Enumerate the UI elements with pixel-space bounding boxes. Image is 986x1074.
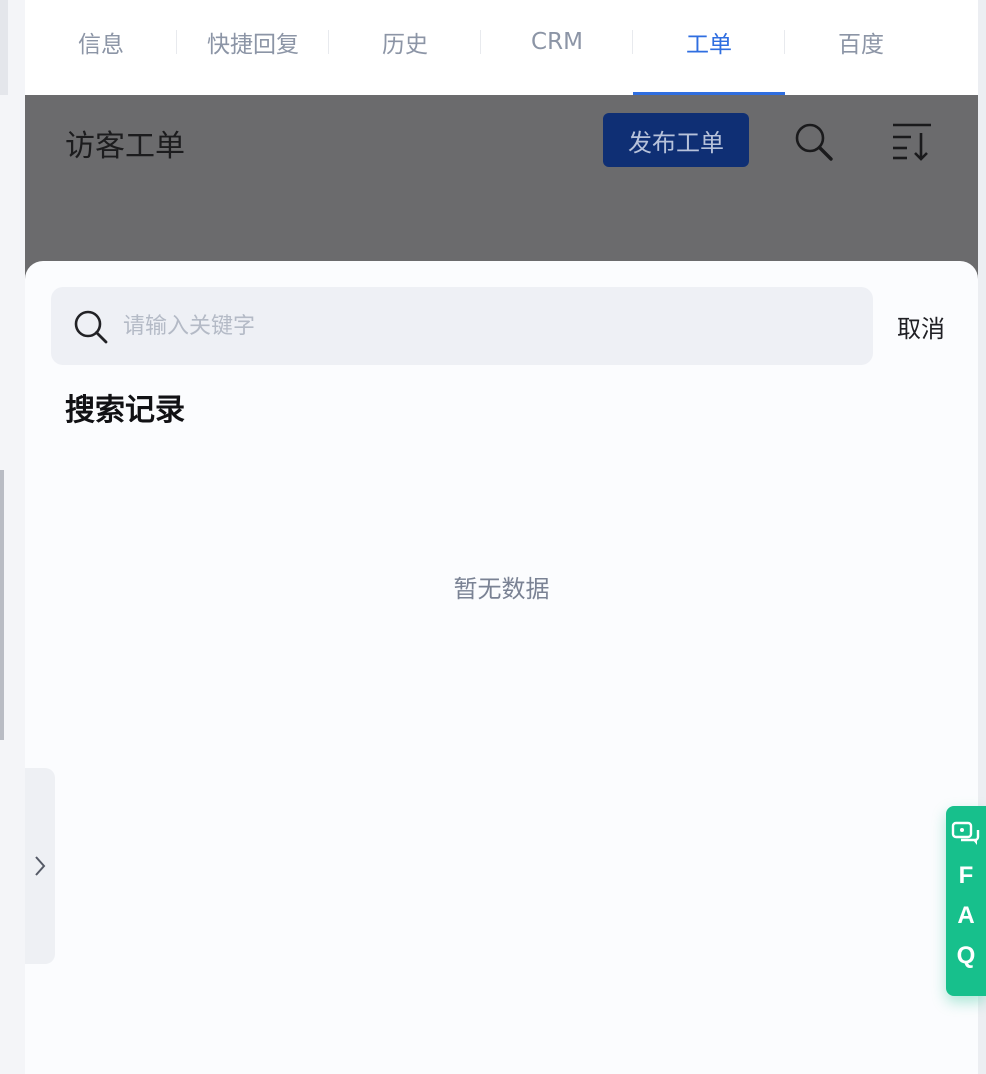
left-app-strip xyxy=(0,0,25,1074)
chevron-right-icon xyxy=(35,856,46,876)
tab-crm[interactable]: CRM xyxy=(481,0,633,95)
tab-baidu[interactable]: 百度 xyxy=(785,0,937,95)
faq-letter: A xyxy=(957,902,975,929)
tab-quick-reply[interactable]: 快捷回复 xyxy=(177,0,329,95)
tab-label: 信息 xyxy=(78,31,124,58)
publish-work-order-button[interactable]: 发布工单 xyxy=(603,113,749,167)
cancel-button[interactable]: 取消 xyxy=(897,309,945,344)
work-order-header: 访客工单 发布工单 xyxy=(25,95,978,285)
tab-history[interactable]: 历史 xyxy=(329,0,481,95)
tab-info[interactable]: 信息 xyxy=(25,0,177,95)
tab-label: CRM xyxy=(531,28,583,55)
faq-letter: Q xyxy=(956,942,976,969)
empty-state-text: 暂无数据 xyxy=(453,575,550,603)
search-box xyxy=(51,287,873,365)
tab-label: 快捷回复 xyxy=(207,31,299,58)
tab-label: 历史 xyxy=(382,31,428,58)
faq-widget[interactable]: F A Q xyxy=(946,806,986,996)
left-strip-edge-top xyxy=(0,0,8,95)
faq-letters: F A Q xyxy=(957,856,976,976)
page-title: 访客工单 xyxy=(65,129,185,164)
tab-label: 百度 xyxy=(838,31,884,58)
search-icon[interactable] xyxy=(793,121,835,163)
search-sheet: 取消 搜索记录 暂无数据 xyxy=(25,261,978,1074)
sort-icon[interactable] xyxy=(891,121,935,161)
search-icon xyxy=(74,310,108,344)
tab-bar: 信息 快捷回复 历史 CRM 工单 百度 xyxy=(25,0,978,95)
search-history-title: 搜索记录 xyxy=(65,393,185,428)
faq-letter: F xyxy=(958,862,974,889)
search-input[interactable] xyxy=(123,303,843,349)
tab-label: 工单 xyxy=(686,31,732,58)
expand-sidebar-handle[interactable] xyxy=(25,768,55,964)
left-strip-scroll-indicator xyxy=(0,470,4,740)
tab-work-order[interactable]: 工单 xyxy=(633,0,785,95)
chat-bubbles-icon xyxy=(951,821,980,845)
